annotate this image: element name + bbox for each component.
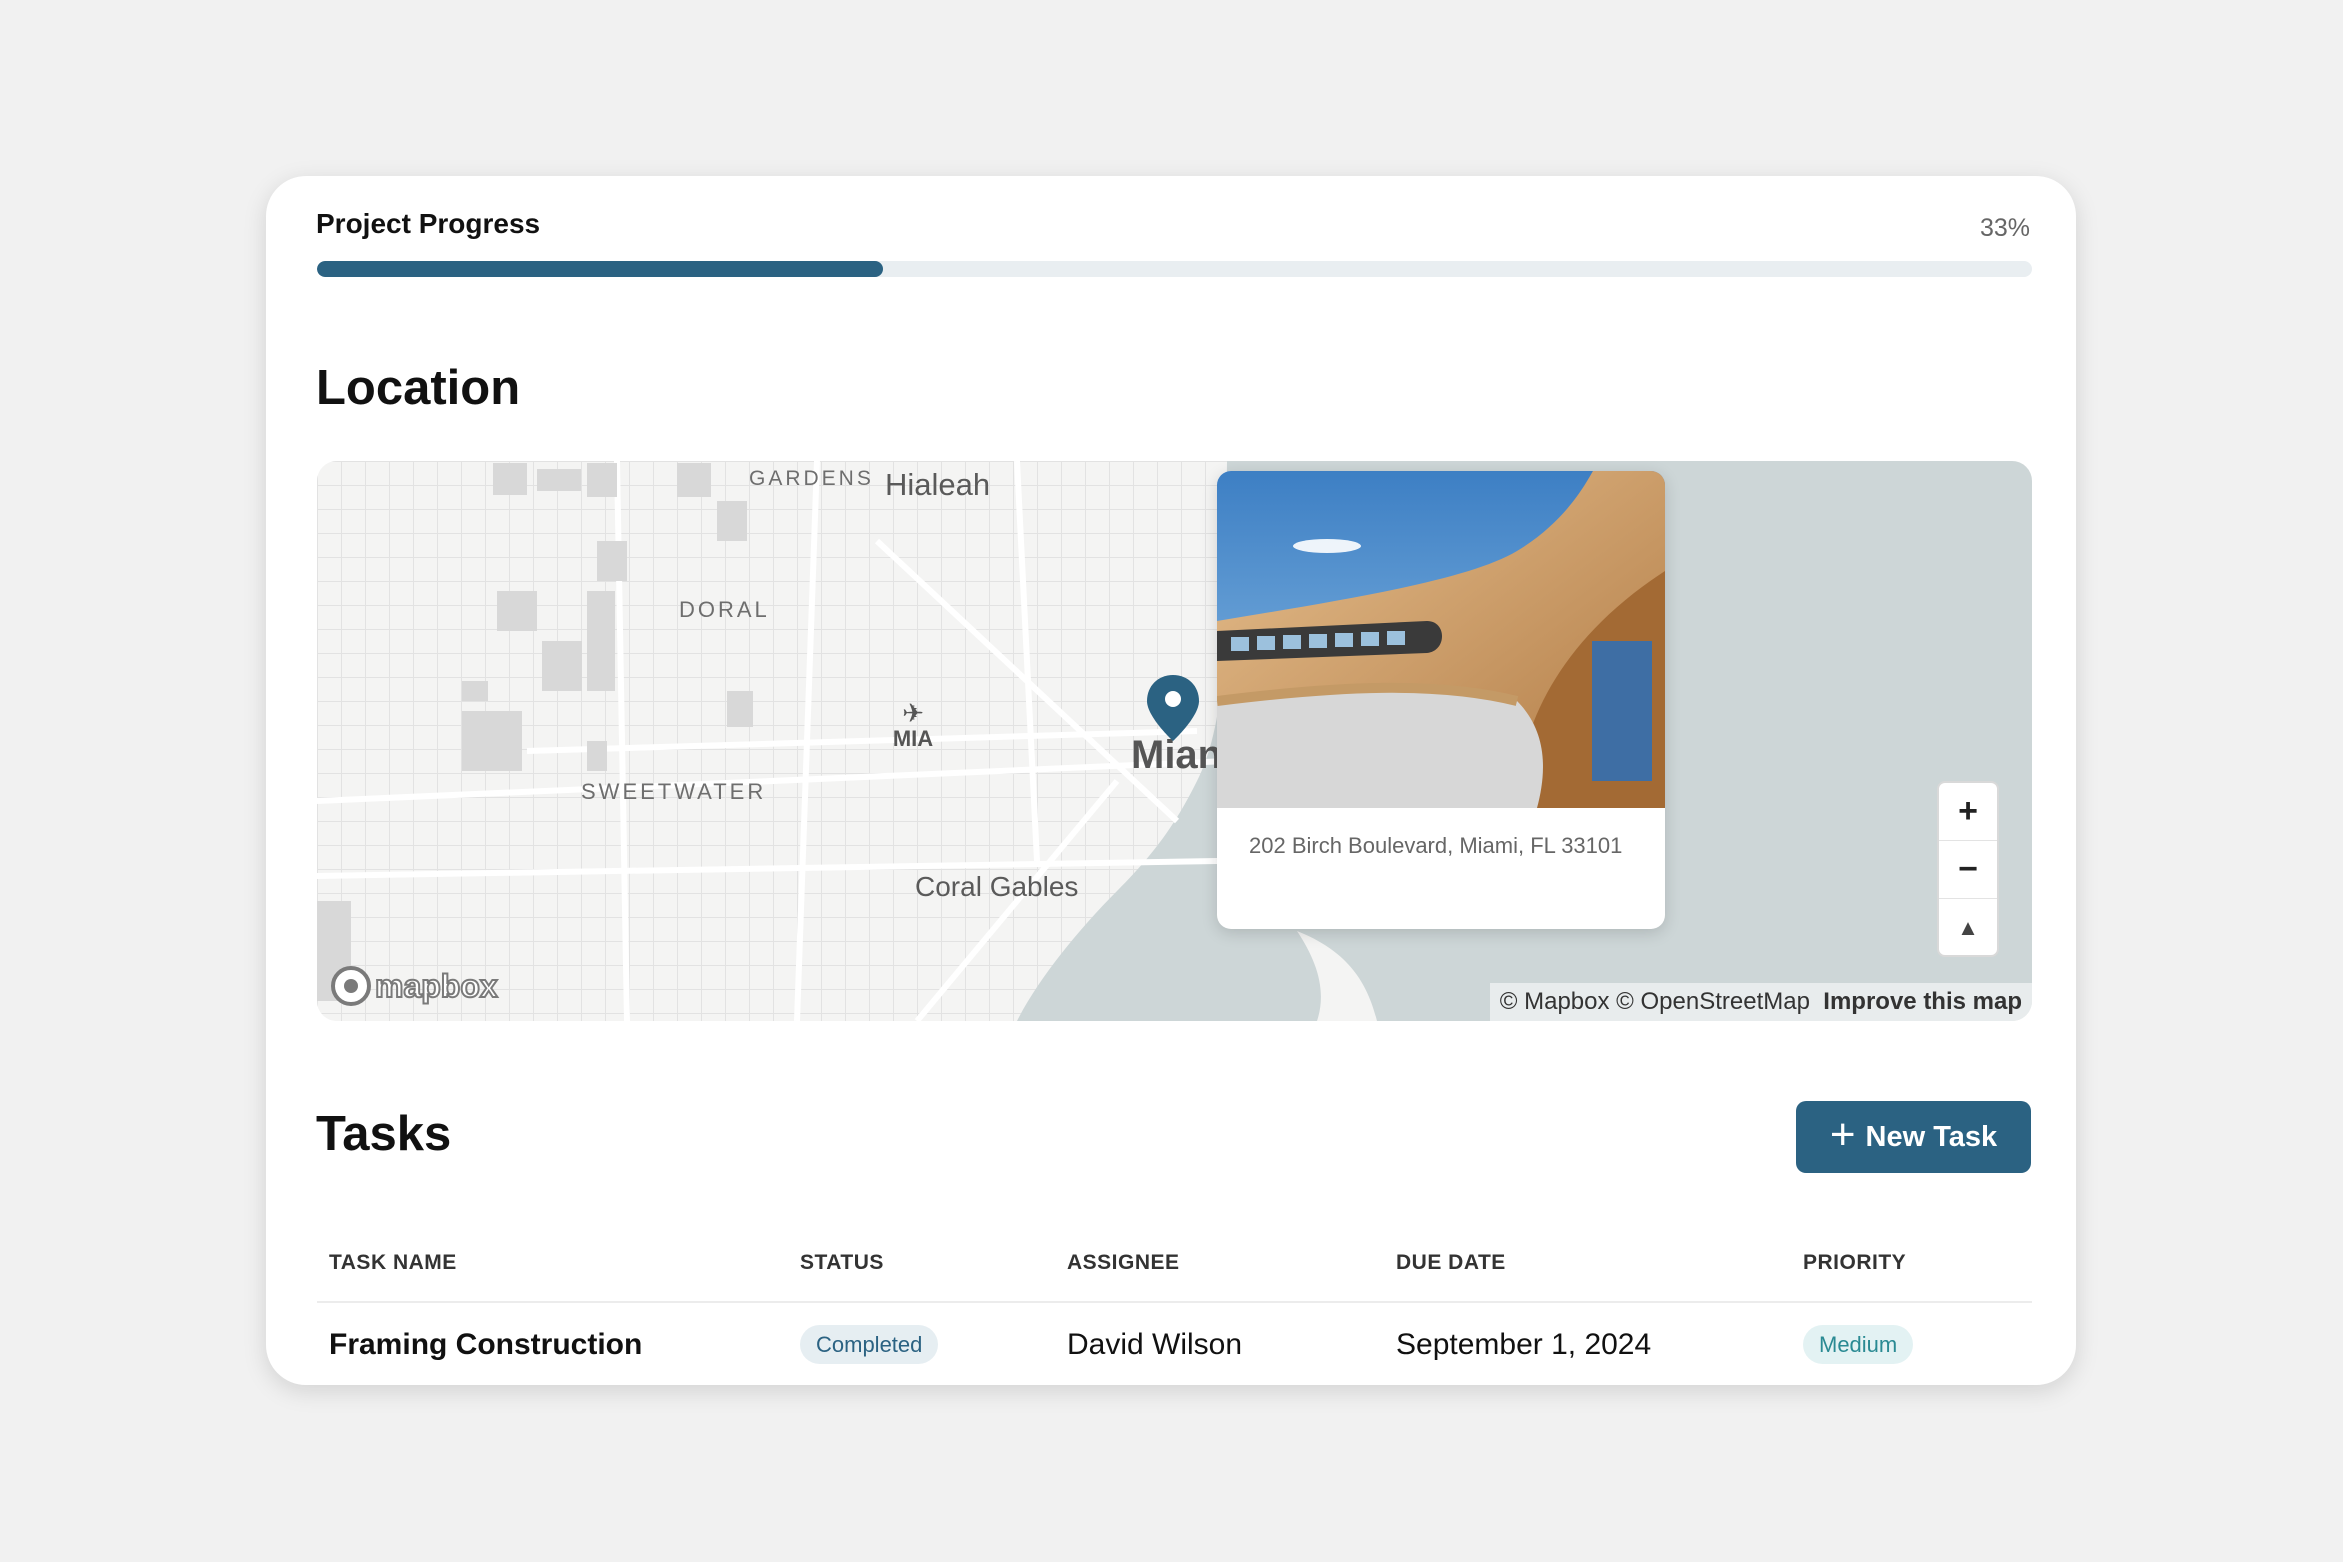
map-label-gardens: GARDENS [749, 467, 874, 490]
progress-title: Project Progress [316, 208, 541, 239]
progress-fill [317, 261, 883, 277]
improve-map-link[interactable]: Improve this map [1823, 988, 2022, 1015]
progress-bar [317, 261, 2032, 277]
location-pin-icon[interactable] [1145, 673, 1201, 743]
column-status[interactable]: STATUS [800, 1251, 884, 1275]
airplane-icon: ✈ [902, 698, 924, 728]
mapbox-logo[interactable]: mapbox [329, 961, 509, 1011]
map-label-doral: DORAL [679, 597, 770, 622]
status-badge: Completed [800, 1325, 939, 1364]
column-priority[interactable]: PRIORITY [1803, 1251, 1906, 1275]
task-name: Framing Construction [329, 1328, 643, 1361]
airport-label: ✈ MIA [883, 700, 943, 752]
table-divider [317, 1301, 2032, 1303]
map-attribution: © Mapbox © OpenStreetMap Improve this ma… [1489, 983, 2032, 1021]
tasks-title: Tasks [316, 1107, 452, 1161]
column-assignee[interactable]: ASSIGNEE [1067, 1251, 1180, 1275]
plus-icon: + [1829, 1110, 1856, 1159]
zoom-out-button[interactable]: − [1939, 841, 1997, 899]
compass-button[interactable]: ▲ [1939, 899, 1997, 955]
popup-address: 202 Birch Boulevard, Miami, FL 33101 [1249, 833, 1623, 858]
map-label-hialeah: Hialeah [885, 467, 991, 502]
map-zoom-controls: + − ▲ [1937, 781, 1999, 957]
location-popup[interactable]: 202 Birch Boulevard, Miami, FL 33101 [1217, 471, 1665, 929]
new-task-button[interactable]: + New Task [1796, 1101, 2031, 1173]
task-due-date: September 1, 2024 [1396, 1328, 1652, 1361]
task-assignee: David Wilson [1067, 1328, 1243, 1361]
new-task-label: New Task [1865, 1120, 1998, 1153]
map-label-sweetwater: SWEETWATER [581, 779, 767, 804]
priority-badge: Medium [1803, 1325, 1914, 1364]
map[interactable]: GARDENS Hialeah DORAL ✈ MIA SWEETWATER C… [317, 461, 2032, 1021]
progress-percent: 33% [1979, 214, 2030, 242]
column-task-name[interactable]: TASK NAME [329, 1251, 457, 1275]
zoom-in-button[interactable]: + [1939, 783, 1997, 841]
attribution-text[interactable]: © Mapbox © OpenStreetMap [1500, 988, 1810, 1015]
map-label-coral-gables: Coral Gables [915, 871, 1079, 902]
column-due-date[interactable]: DUE DATE [1396, 1251, 1506, 1275]
project-card: Project Progress 33% Location GARDENS Hi… [266, 176, 2076, 1385]
building-photo [1217, 471, 1665, 808]
location-title: Location [316, 361, 521, 415]
svg-text:mapbox: mapbox [375, 968, 498, 1004]
